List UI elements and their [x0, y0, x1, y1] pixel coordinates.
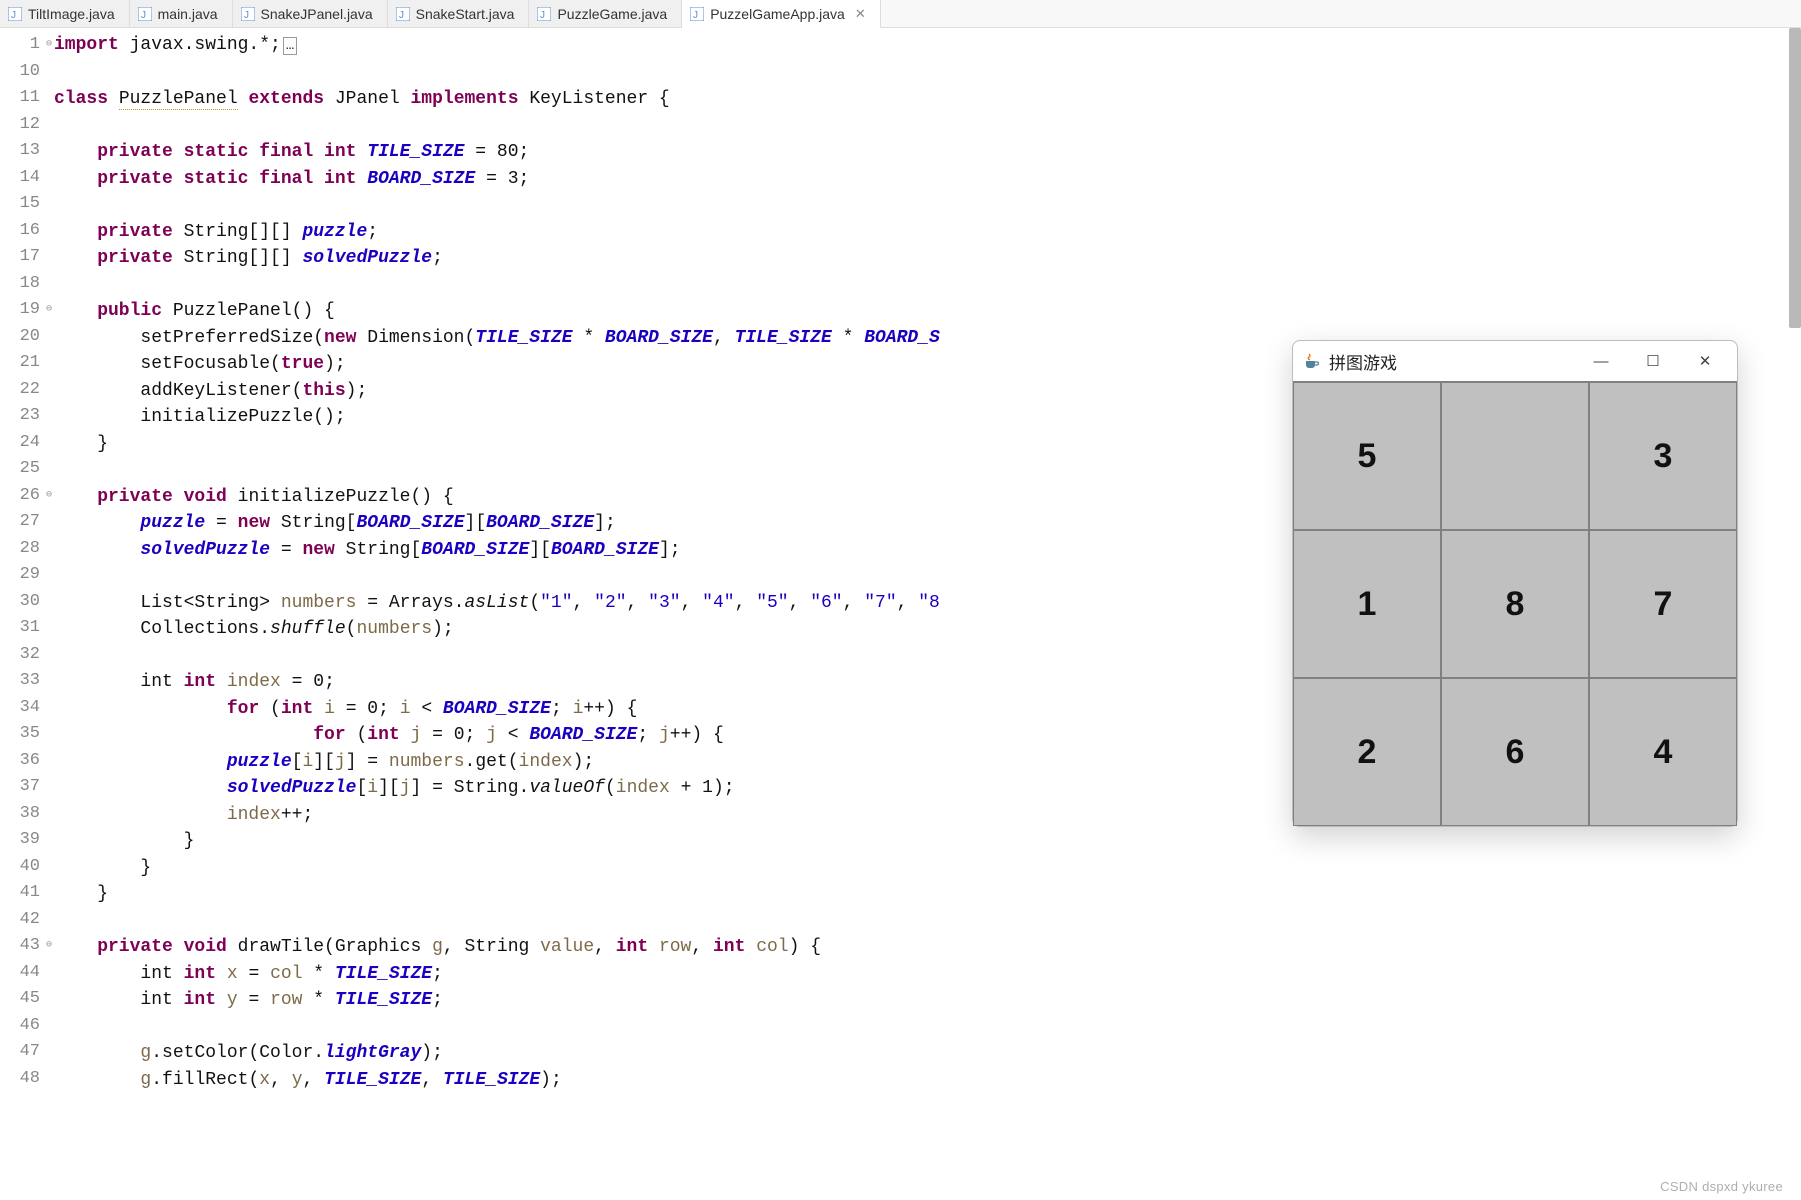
maximize-button[interactable]: ☐: [1627, 345, 1679, 377]
line-number: 39: [0, 827, 48, 854]
puzzle-tile[interactable]: 2: [1293, 678, 1441, 826]
line-number: 18: [0, 271, 48, 298]
line-number: 24: [0, 430, 48, 457]
close-icon[interactable]: ✕: [855, 6, 866, 22]
puzzle-tile[interactable]: 1: [1293, 530, 1441, 678]
line-number: 1: [0, 32, 48, 59]
svg-text:J: J: [693, 10, 698, 21]
puzzle-tile[interactable]: 7: [1589, 530, 1737, 678]
line-number: 40: [0, 854, 48, 881]
java-file-icon: J: [8, 7, 22, 21]
line-number: 36: [0, 748, 48, 775]
line-number: 25: [0, 456, 48, 483]
tab-label: PuzzelGameApp.java: [710, 6, 845, 22]
tab-tiltimage[interactable]: J TiltImage.java: [0, 0, 130, 27]
line-number: 28: [0, 536, 48, 563]
line-number-gutter: 1 10 11 12 13 14 15 16 17 18 19 20 21 22…: [0, 28, 48, 1200]
java-file-icon: J: [396, 7, 410, 21]
line-number: 19: [0, 297, 48, 324]
line-number: 20: [0, 324, 48, 351]
line-number: 47: [0, 1039, 48, 1066]
line-number: 17: [0, 244, 48, 271]
line-number: 15: [0, 191, 48, 218]
watermark-text: CSDN dspxd ykuree: [1660, 1179, 1783, 1194]
puzzle-tile[interactable]: 8: [1441, 530, 1589, 678]
scrollbar-thumb[interactable]: [1789, 28, 1801, 328]
minimize-button[interactable]: ―: [1575, 345, 1627, 377]
java-file-icon: J: [241, 7, 255, 21]
puzzle-tile[interactable]: 3: [1589, 382, 1737, 530]
puzzle-board: 5 3 1 8 7 2 6 4: [1293, 381, 1737, 826]
svg-text:J: J: [540, 10, 545, 21]
line-number: 16: [0, 218, 48, 245]
line-number: 12: [0, 112, 48, 139]
line-number: 38: [0, 801, 48, 828]
line-number: 45: [0, 986, 48, 1013]
line-number: 27: [0, 509, 48, 536]
line-number: 41: [0, 880, 48, 907]
line-number: 30: [0, 589, 48, 616]
line-number: 29: [0, 562, 48, 589]
java-file-icon: J: [690, 7, 704, 21]
line-number: 32: [0, 642, 48, 669]
line-number: 22: [0, 377, 48, 404]
java-coffee-icon: [1303, 352, 1321, 370]
tab-label: TiltImage.java: [28, 6, 115, 22]
line-number: 34: [0, 695, 48, 722]
editor-tab-bar: J TiltImage.java J main.java J SnakeJPan…: [0, 0, 1801, 28]
line-number: 33: [0, 668, 48, 695]
line-number: 35: [0, 721, 48, 748]
tab-label: PuzzleGame.java: [557, 6, 667, 22]
puzzle-tile[interactable]: 5: [1293, 382, 1441, 530]
puzzle-tile-empty[interactable]: [1441, 382, 1589, 530]
line-number: 48: [0, 1066, 48, 1093]
window-titlebar[interactable]: 拼图游戏 ― ☐ ✕: [1293, 341, 1737, 381]
puzzle-game-window[interactable]: 拼图游戏 ― ☐ ✕ 5 3 1 8 7 2 6 4: [1292, 340, 1738, 827]
svg-text:J: J: [11, 10, 16, 21]
puzzle-tile[interactable]: 6: [1441, 678, 1589, 826]
window-title: 拼图游戏: [1329, 349, 1575, 374]
tab-snakejpanel[interactable]: J SnakeJPanel.java: [233, 0, 388, 27]
line-number: 21: [0, 350, 48, 377]
java-file-icon: J: [537, 7, 551, 21]
tab-snakestart[interactable]: J SnakeStart.java: [388, 0, 530, 27]
collapsed-indicator[interactable]: …: [283, 37, 297, 55]
line-number: 26: [0, 483, 48, 510]
line-number: 42: [0, 907, 48, 934]
puzzle-tile[interactable]: 4: [1589, 678, 1737, 826]
svg-text:J: J: [141, 10, 146, 21]
svg-text:J: J: [244, 10, 249, 21]
line-number: 13: [0, 138, 48, 165]
line-number: 14: [0, 165, 48, 192]
line-number: 46: [0, 1013, 48, 1040]
line-number: 43: [0, 933, 48, 960]
java-file-icon: J: [138, 7, 152, 21]
line-number: 10: [0, 59, 48, 86]
tab-main[interactable]: J main.java: [130, 0, 233, 27]
tab-label: SnakeJPanel.java: [261, 6, 373, 22]
line-number: 31: [0, 615, 48, 642]
tab-puzzlegame[interactable]: J PuzzleGame.java: [529, 0, 682, 27]
line-number: 23: [0, 403, 48, 430]
tab-label: main.java: [158, 6, 218, 22]
line-number: 44: [0, 960, 48, 987]
line-number: 37: [0, 774, 48, 801]
tab-label: SnakeStart.java: [416, 6, 515, 22]
close-button[interactable]: ✕: [1679, 345, 1731, 377]
line-number: 11: [0, 85, 48, 112]
tab-puzzelgameapp[interactable]: J PuzzelGameApp.java ✕: [682, 0, 881, 28]
svg-text:J: J: [399, 10, 404, 21]
